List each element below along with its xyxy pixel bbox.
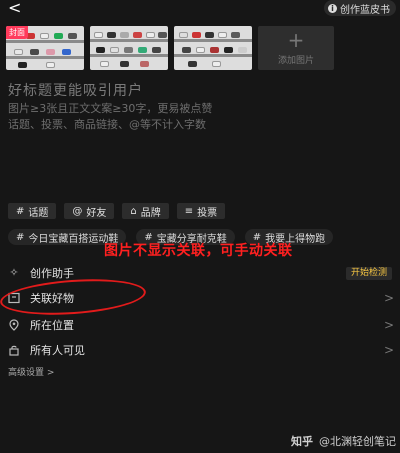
vote-chip[interactable]: ≡ 投票 bbox=[176, 203, 226, 219]
body-placeholder-line-2: 话题、投票、商品链接、@等不计入字数 bbox=[8, 118, 206, 131]
top-bar: < i 创作蓝皮书 bbox=[0, 0, 400, 18]
location-label: 所在位置 bbox=[30, 319, 74, 332]
insert-toolbar: # 话题 @ 好友 ⌂ 品牌 ≡ 投票 bbox=[8, 203, 226, 219]
hashtag-icon: # bbox=[16, 205, 25, 217]
info-icon: i bbox=[328, 3, 337, 13]
sparkle-icon: ✧ bbox=[9, 266, 19, 279]
chevron-right-icon: > bbox=[383, 291, 394, 305]
advanced-settings-link[interactable]: 高级设置 > bbox=[8, 365, 54, 378]
brand-chip-label: 品牌 bbox=[140, 207, 161, 219]
chevron-right-icon: > bbox=[383, 318, 394, 332]
watermark-brand: 知乎 bbox=[291, 435, 313, 448]
friend-chip-label: 好友 bbox=[86, 207, 107, 219]
friend-chip[interactable]: @ 好友 bbox=[64, 203, 115, 219]
visibility-label: 所有人可见 bbox=[30, 344, 85, 357]
location-pin-icon bbox=[8, 319, 20, 331]
watermark-author: @北渊轻创笔记 bbox=[319, 435, 396, 448]
creator-guide-label: 创作蓝皮书 bbox=[340, 4, 390, 16]
at-icon: @ bbox=[72, 205, 83, 217]
location-row[interactable]: 所在位置 > bbox=[0, 315, 400, 335]
chevron-right-icon: > bbox=[383, 343, 394, 357]
hashtag-icon: # bbox=[16, 231, 25, 243]
hashtag-icon: # bbox=[144, 231, 153, 243]
add-image-button[interactable]: + 添加图片 bbox=[258, 26, 334, 70]
cover-tag: 封面 bbox=[6, 26, 28, 39]
start-check-button[interactable]: 开始检测 bbox=[345, 266, 392, 280]
creator-guide-button[interactable]: i 创作蓝皮书 bbox=[324, 0, 396, 16]
topic-chip-label: 话题 bbox=[28, 207, 49, 219]
title-input[interactable]: 好标题更能吸引用户 bbox=[8, 80, 143, 100]
plus-icon: + bbox=[287, 28, 305, 52]
brand-icon: ⌂ bbox=[130, 205, 137, 217]
add-image-label: 添加图片 bbox=[277, 56, 314, 66]
image-strip: 封面 + 添加图片 bbox=[6, 26, 334, 70]
annotation-text: 图片不显示关联，可手动关联 bbox=[104, 243, 293, 259]
image-thumbnail-2[interactable] bbox=[90, 26, 168, 70]
visibility-row[interactable]: 所有人可见 > bbox=[0, 340, 400, 360]
back-button[interactable]: < bbox=[8, 0, 21, 17]
vote-icon: ≡ bbox=[184, 205, 194, 217]
creation-assistant-label: 创作助手 bbox=[30, 267, 74, 280]
image-thumbnail-3[interactable] bbox=[174, 26, 252, 70]
image-thumbnail-1[interactable]: 封面 bbox=[6, 26, 84, 70]
brand-chip[interactable]: ⌂ 品牌 bbox=[122, 203, 169, 219]
lock-icon bbox=[8, 344, 20, 356]
body-textarea[interactable]: 图片≥3张且正文文案≥30字，更易被点赞 话题、投票、商品链接、@等不计入字数 bbox=[8, 101, 308, 133]
watermark: 知乎 @北渊轻创笔记 bbox=[291, 433, 396, 449]
body-placeholder-line-1: 图片≥3张且正文文案≥30字，更易被点赞 bbox=[8, 102, 213, 115]
topic-chip[interactable]: # 话题 bbox=[8, 203, 57, 219]
hashtag-icon: # bbox=[252, 231, 262, 243]
vote-chip-label: 投票 bbox=[197, 207, 218, 219]
